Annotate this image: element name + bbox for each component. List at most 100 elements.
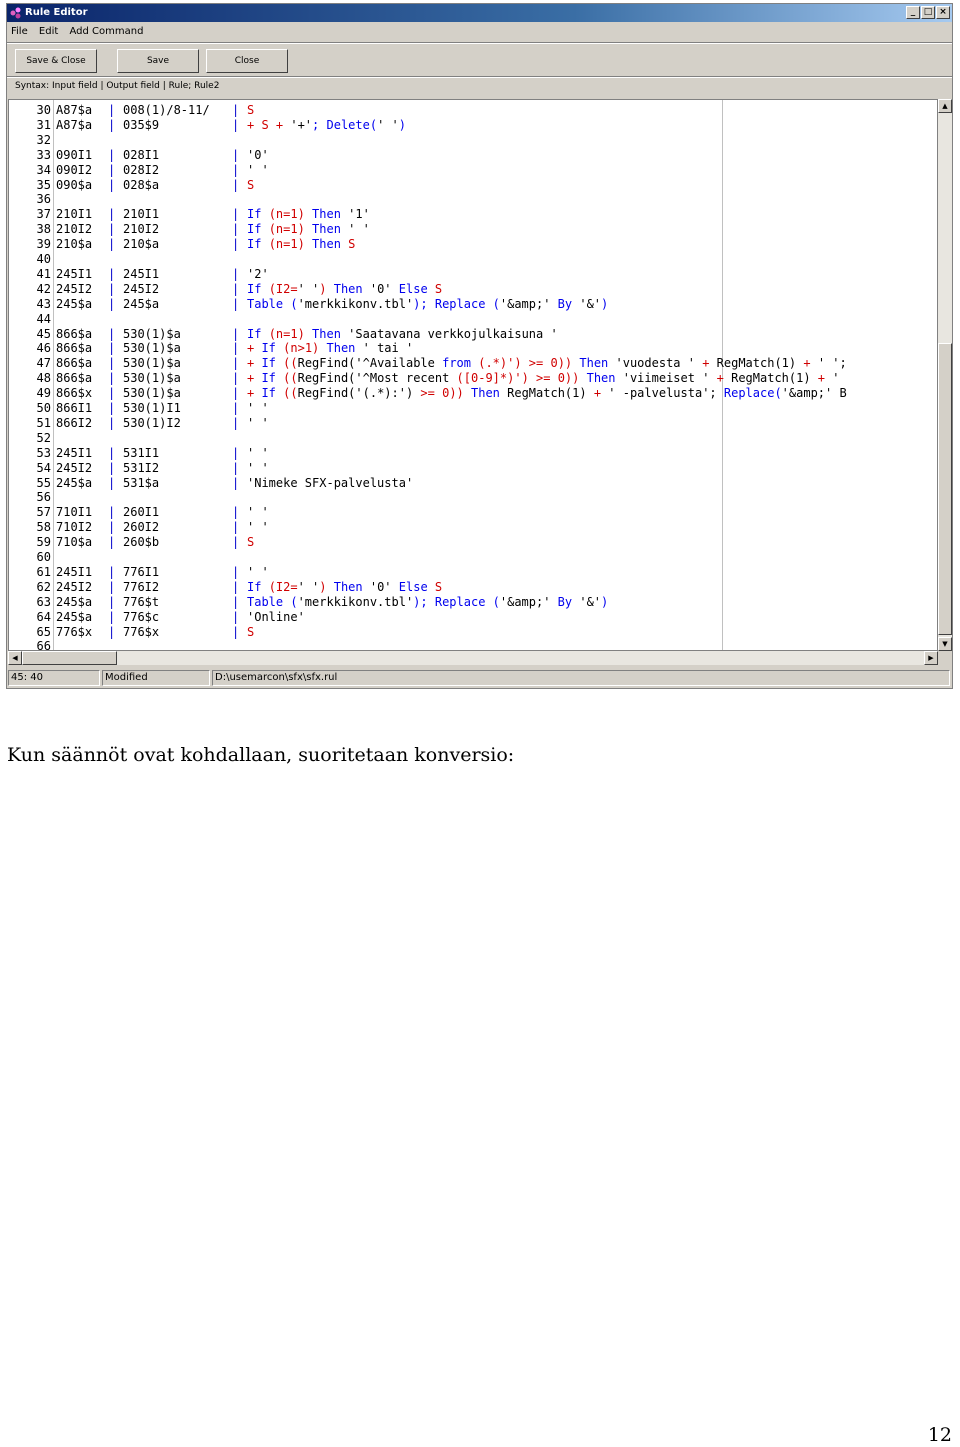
code-line[interactable]: 47 866$a | 530(1)$a | + If ((RegFind('^Availa… [9,356,937,371]
code-line[interactable]: 36 [9,192,937,207]
rule-token: (.*)') >= 0)) [478,356,580,371]
code-line[interactable]: 34 090I2 | 028I2 | ' ' [9,162,937,178]
rule-token: ' ' [247,162,269,177]
rule-token: ' -palvelusta'; [608,386,724,401]
rule-token: ) [601,594,609,609]
rule-token: ' [832,371,840,386]
code-line[interactable]: 65 776$x | 776$x | S [9,624,937,640]
code-line[interactable]: 64 245$a | 776$c | 'Online' [9,609,937,625]
output-field: 035$9 [123,117,160,132]
output-field: 210$a [123,237,160,252]
caption-text: Kun säännöt ovat kohdallaan, suoritetaan… [7,744,515,766]
code-line[interactable]: 41 245I1 | 245I1 | '2' [9,267,937,282]
code-line[interactable]: 45 866$a | 530(1)$a | If (n=1) Then 'Saatavan… [9,327,937,342]
code-line[interactable]: 55 245$a | 531$a | 'Nimeke SFX-palvelusta' [9,476,937,491]
rule-token: ) [601,296,609,311]
vertical-scroll-thumb[interactable] [938,343,952,635]
maximize-button[interactable]: □ [921,6,935,19]
rule-text-editor[interactable]: 30 A87$a | 008(1)/8-11/ | S 31 A87$a | 035$9 | + S … [8,99,938,651]
code-line[interactable]: 59 710$a | 260$b | S [9,535,937,550]
rule-expression: S [247,535,254,550]
rule-token: S [348,237,356,252]
column-separator: | [232,281,240,296]
code-line[interactable]: 35 090$a | 028$a | S [9,177,937,193]
code-line[interactable]: 49 866$x | 530(1)$a | + If ((RegFind('(.*):')… [9,386,937,401]
code-line[interactable]: 43 245$a | 245$a | Table ('merkkikonv.tbl'); … [9,296,937,312]
close-button[interactable]: Close [206,49,288,73]
rule-expression: Table ('merkkikonv.tbl'); Replace ('&amp… [247,595,608,610]
code-line[interactable]: 30 A87$a | 008(1)/8-11/ | S [9,103,937,118]
rule-token: 'merkkikonv.tbl' [297,296,414,311]
rule-token: (( [283,386,298,401]
output-field: 776I1 [123,564,160,579]
code-line[interactable]: 42 245I2 | 245I2 | If (I2=' ') Then '0' Else … [9,281,937,297]
code-line[interactable]: 50 866I1 | 530(1)I1 | ' ' [9,401,937,416]
code-line[interactable]: 53 245I1 | 531I1 | ' ' [9,445,937,461]
column-separator: | [232,162,240,177]
line-number: 66 [36,639,51,651]
code-line[interactable]: 63 245$a | 776$t | Table ('merkkikonv.tbl'); … [9,595,937,610]
column-separator: | [108,445,116,460]
code-line[interactable]: 51 866I2 | 530(1)I2 | ' ' [9,415,937,431]
line-number: 53 [36,445,51,460]
horizontal-scroll-thumb[interactable] [22,651,117,665]
vertical-scrollbar[interactable]: ▲ ▼ [938,99,952,651]
column-separator: | [232,624,240,639]
code-line[interactable]: 33 090I1 | 028I1 | '0' [9,148,937,163]
code-line[interactable]: 57 710I1 | 260I1 | ' ' [9,505,937,520]
scroll-down-icon[interactable]: ▼ [938,637,952,651]
modified-status: Modified [102,670,210,686]
code-line[interactable]: 48 866$a | 530(1)$a | + If ((RegFind('^Most r… [9,371,937,386]
code-line[interactable]: 61 245I1 | 776I1 | ' ' [9,564,937,580]
minimize-button[interactable]: _ [906,6,920,19]
code-line[interactable]: 38 210I2 | 210I2 | If (n=1) Then ' ' [9,222,937,237]
code-line[interactable]: 44 [9,312,937,327]
column-separator: | [108,222,116,237]
code-line[interactable]: 54 245I2 | 531I2 | ' ' [9,461,937,476]
rule-token: ; Delete( [312,117,378,132]
save-close-button[interactable]: Save & Close [15,49,97,73]
rule-token: ' ' [297,281,320,296]
rule-token: Else [398,281,435,296]
column-separator: | [108,564,116,579]
code-line[interactable]: 31 A87$a | 035$9 | + S + '+'; Delete(' ') [9,117,937,133]
horizontal-scrollbar[interactable]: ◀ ▶ [8,651,938,665]
scroll-left-icon[interactable]: ◀ [8,651,22,665]
rule-token: ' ' [247,401,269,415]
save-button[interactable]: Save [117,49,199,73]
code-line[interactable]: 60 [9,550,937,565]
rule-token: + S + [247,117,291,132]
line-number: 51 [36,415,51,430]
line-number: 65 [36,624,51,639]
rule-expression: S [247,625,254,640]
column-separator: | [108,505,116,520]
close-window-button[interactable]: × [936,6,950,19]
code-line[interactable]: 58 710I2 | 260I2 | ' ' [9,520,937,535]
code-line[interactable]: 46 866$a | 530(1)$a | + If (n>1) Then ' tai ' [9,341,937,356]
rule-expression: ' ' [247,520,269,535]
menu-separator [7,42,952,44]
output-field: 260$b [123,535,160,550]
code-line[interactable]: 56 [9,490,937,505]
code-line[interactable]: 37 210I1 | 210I1 | If (n=1) Then '1' [9,207,937,222]
menu-edit[interactable]: Edit [39,23,58,41]
code-line[interactable]: 52 [9,431,937,446]
line-number: 34 [36,162,51,177]
rule-token: + [247,356,262,371]
title-bar[interactable]: Rule Editor _ □ × [7,4,952,22]
code-line[interactable]: 40 [9,252,937,267]
scroll-right-icon[interactable]: ▶ [924,651,938,665]
code-line[interactable]: 66 [9,639,937,651]
rule-token: 'Online' [247,609,305,624]
scroll-up-icon[interactable]: ▲ [938,99,952,113]
menu-file[interactable]: File [11,23,28,41]
menu-add-command[interactable]: Add Command [69,23,143,41]
rule-token: S [247,103,255,117]
code-line[interactable]: 32 [9,133,937,148]
rule-token: (( [283,371,298,386]
code-line[interactable]: 62 245I2 | 776I2 | If (I2=' ') Then '0' Else … [9,580,937,595]
line-number: 64 [36,609,51,624]
line-number: 38 [36,222,51,237]
code-line[interactable]: 39 210$a | 210$a | If (n=1) Then S [9,237,937,252]
column-separator: | [232,177,240,192]
